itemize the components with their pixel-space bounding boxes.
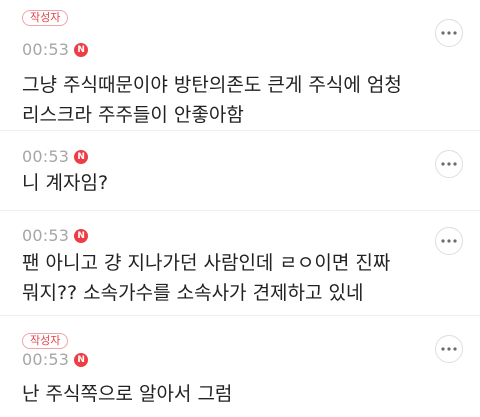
new-badge: N [74,42,89,57]
new-badge: N [74,228,89,243]
comment-item: 작성자 00:53 N 그냥 주식때문이야 방탄의존도 큰게 주식에 엄청 리스… [0,0,480,131]
author-badge: 작성자 [22,10,69,26]
more-options-button[interactable] [435,335,463,363]
comment-item: 00:53 N 팬 아니고 걍 지나가던 사람인데 ㄹㅇ이면 진짜 뭐지?? 소… [0,211,480,316]
comment-item: 작성자 00:53 N 난 주식쪽으로 알아서 그럼 [0,316,480,417]
more-options-button[interactable] [435,150,463,178]
comment-item: 00:53 N 니 계자임? [0,131,480,211]
new-badge: N [74,149,89,164]
comment-time: 00:53 [22,350,70,369]
comment-meta: 00:53 N [22,147,89,166]
comment-text: 난 주식쪽으로 알아서 그럼 [22,383,233,405]
comment-time: 00:53 [22,40,70,59]
comment-meta: 00:53 N [22,40,89,59]
more-options-icon [441,239,457,243]
comment-meta: 00:53 N [22,226,89,245]
more-options-button[interactable] [435,227,463,255]
author-badge: 작성자 [22,333,69,349]
comment-text: 니 계자임? [22,172,109,194]
comment-text: 그냥 주식때문이야 방탄의존도 큰게 주식에 엄청 리스크라 주주들이 안좋아함 [22,74,402,126]
comment-time: 00:53 [22,147,70,166]
comment-text: 팬 아니고 걍 지나가던 사람인데 ㄹㅇ이면 진짜 뭐지?? 소속가수를 소속사… [22,252,391,304]
more-options-button[interactable] [435,19,463,47]
more-options-icon [441,347,457,351]
new-badge: N [74,352,89,367]
more-options-icon [441,31,457,35]
more-options-icon [441,162,457,166]
comment-time: 00:53 [22,226,70,245]
comment-meta: 00:53 N [22,350,89,369]
